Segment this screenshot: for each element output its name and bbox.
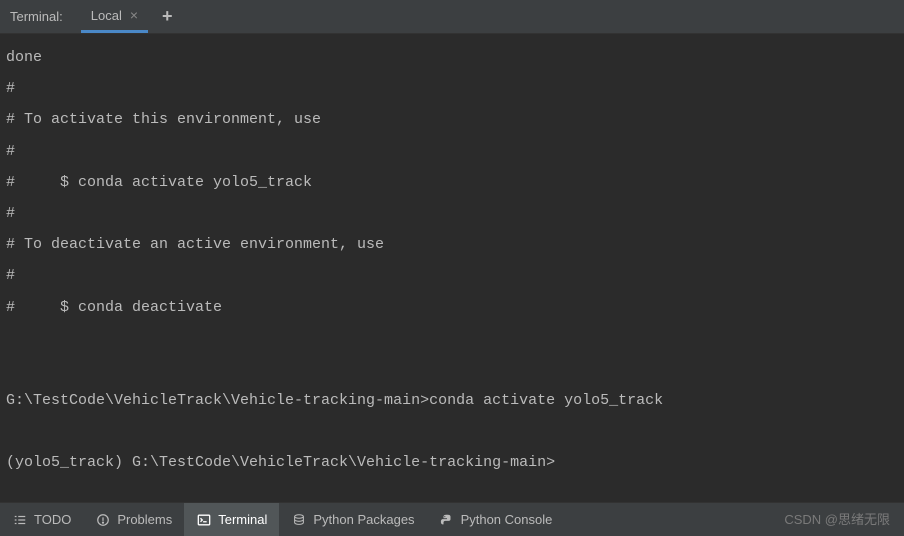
terminal-line: # xyxy=(6,143,15,160)
terminal-line: # To deactivate an active environment, u… xyxy=(6,236,384,253)
terminal-line: # xyxy=(6,80,15,97)
terminal-line: done xyxy=(6,49,42,66)
scrollbar[interactable] xyxy=(892,36,902,502)
problems-label: Problems xyxy=(117,512,172,527)
problems-tab[interactable]: Problems xyxy=(83,503,184,536)
terminal-title: Terminal: xyxy=(10,9,63,24)
terminal-header: Terminal: Local × + xyxy=(0,0,904,34)
python-console-tab[interactable]: Python Console xyxy=(427,503,565,536)
python-console-icon xyxy=(439,512,455,528)
python-packages-tab[interactable]: Python Packages xyxy=(279,503,426,536)
terminal-line: # To activate this environment, use xyxy=(6,111,321,128)
terminal-line: (yolo5_track) G:\TestCode\VehicleTrack\V… xyxy=(6,454,555,471)
todo-tab[interactable]: TODO xyxy=(0,503,83,536)
python-packages-icon xyxy=(291,512,307,528)
terminal-output[interactable]: done # # To activate this environment, u… xyxy=(0,34,904,502)
terminal-icon xyxy=(196,512,212,528)
tab-label: Local xyxy=(91,8,122,23)
plus-icon: + xyxy=(162,6,173,27)
bottom-toolbar: TODO Problems Terminal xyxy=(0,502,904,536)
terminal-line: # xyxy=(6,205,15,222)
terminal-tab[interactable]: Terminal xyxy=(184,503,279,536)
terminal-line: # $ conda deactivate xyxy=(6,299,222,316)
terminal-line: # xyxy=(6,267,15,284)
terminal-line: G:\TestCode\VehicleTrack\Vehicle-trackin… xyxy=(6,392,663,409)
python-console-label: Python Console xyxy=(461,512,553,527)
python-packages-label: Python Packages xyxy=(313,512,414,527)
close-icon[interactable]: × xyxy=(130,7,138,23)
add-tab-button[interactable]: + xyxy=(162,6,173,27)
problems-icon xyxy=(95,512,111,528)
todo-label: TODO xyxy=(34,512,71,527)
terminal-line: # $ conda activate yolo5_track xyxy=(6,174,312,191)
todo-icon xyxy=(12,512,28,528)
tab-local[interactable]: Local × xyxy=(81,0,148,33)
terminal-tab-label: Terminal xyxy=(218,512,267,527)
